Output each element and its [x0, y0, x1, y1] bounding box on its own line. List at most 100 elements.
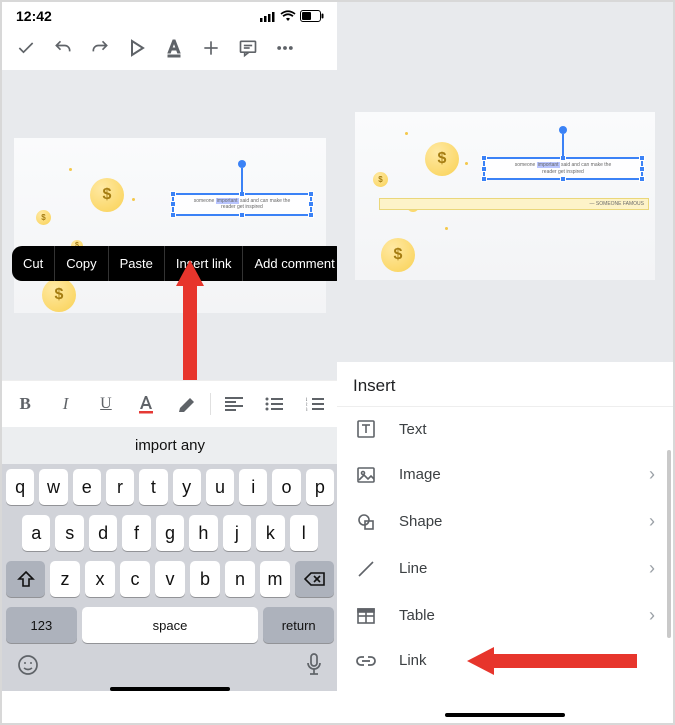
- key-backspace[interactable]: [295, 561, 334, 597]
- ctx-add-comment[interactable]: Add comment: [243, 246, 345, 281]
- scroll-indicator: [667, 450, 671, 638]
- key-a[interactable]: a: [22, 515, 50, 551]
- key-l[interactable]: l: [290, 515, 318, 551]
- align-left-button[interactable]: [215, 387, 253, 421]
- context-menu: Cut Copy Paste Insert link Add comment: [12, 246, 346, 281]
- key-c[interactable]: c: [120, 561, 150, 597]
- text-format-icon[interactable]: [162, 36, 186, 60]
- key-i[interactable]: i: [239, 469, 267, 505]
- slide-canvas[interactable]: $ $ $ $ someone important said and can m…: [2, 70, 338, 380]
- key-z[interactable]: z: [50, 561, 80, 597]
- key-p[interactable]: p: [306, 469, 334, 505]
- quote-line1-end: said and can make the: [561, 162, 611, 168]
- ctx-copy[interactable]: Copy: [55, 246, 108, 281]
- more-icon[interactable]: [273, 36, 297, 60]
- insert-shape-label: Shape: [399, 513, 627, 530]
- underline-button[interactable]: U: [87, 387, 125, 421]
- quote-line1-end: said and can make the: [240, 198, 290, 204]
- key-r[interactable]: r: [106, 469, 134, 505]
- key-k[interactable]: k: [256, 515, 284, 551]
- key-o[interactable]: o: [272, 469, 300, 505]
- text-icon: [355, 420, 377, 438]
- insert-link[interactable]: Link: [337, 639, 673, 682]
- comment-icon[interactable]: [236, 36, 260, 60]
- present-icon[interactable]: [125, 36, 149, 60]
- redo-icon[interactable]: [88, 36, 112, 60]
- insert-image[interactable]: Image ›: [337, 451, 673, 498]
- key-e[interactable]: e: [73, 469, 101, 505]
- quote-line1-start: someone: [515, 162, 536, 168]
- home-indicator[interactable]: [110, 687, 230, 691]
- rotate-handle[interactable]: [238, 160, 246, 168]
- key-return[interactable]: return: [263, 607, 334, 643]
- emoji-icon[interactable]: [16, 653, 40, 682]
- confirm-icon[interactable]: [14, 36, 38, 60]
- quote-highlight: important: [216, 198, 239, 204]
- signal-icon: [260, 11, 276, 22]
- bold-button[interactable]: B: [6, 387, 44, 421]
- key-s[interactable]: s: [55, 515, 83, 551]
- key-d[interactable]: d: [89, 515, 117, 551]
- slide-canvas-right[interactable]: $ $ $ $ someone important said and can m…: [337, 2, 673, 362]
- table-icon: [355, 607, 377, 625]
- add-icon[interactable]: [199, 36, 223, 60]
- key-n[interactable]: n: [225, 561, 255, 597]
- key-u[interactable]: u: [206, 469, 234, 505]
- ctx-paste[interactable]: Paste: [109, 246, 165, 281]
- key-space[interactable]: space: [82, 607, 259, 643]
- insert-table[interactable]: Table ›: [337, 592, 673, 639]
- status-bar: 12:42: [2, 2, 338, 26]
- selected-textbox[interactable]: someone important said and can make the …: [483, 157, 643, 180]
- rotate-handle[interactable]: [559, 126, 567, 134]
- slide[interactable]: $ $ $ $ someone important said and can m…: [355, 112, 655, 280]
- key-v[interactable]: v: [155, 561, 185, 597]
- insert-panel-title: Insert: [337, 362, 673, 407]
- insert-shape[interactable]: Shape ›: [337, 498, 673, 545]
- italic-button[interactable]: I: [46, 387, 84, 421]
- screenshot-left: 12:42 $ $ $ $: [2, 2, 339, 723]
- chevron-right-icon: ›: [649, 558, 655, 579]
- undo-icon[interactable]: [51, 36, 75, 60]
- insert-image-label: Image: [399, 466, 627, 483]
- key-h[interactable]: h: [189, 515, 217, 551]
- wifi-icon: [280, 10, 296, 22]
- format-toolbar: B I U 123: [2, 380, 338, 427]
- key-q[interactable]: q: [6, 469, 34, 505]
- key-shift[interactable]: [6, 561, 45, 597]
- key-x[interactable]: x: [85, 561, 115, 597]
- key-m[interactable]: m: [260, 561, 290, 597]
- keyboard[interactable]: import any q w e r t y u i o p a s d f g…: [2, 427, 338, 691]
- quote-line1-start: someone: [194, 198, 215, 204]
- chevron-right-icon: ›: [649, 605, 655, 626]
- slide[interactable]: $ $ $ $ someone important said and can m…: [14, 138, 326, 313]
- attribution-textbox[interactable]: — SOMEONE FAMOUS: [379, 198, 649, 210]
- status-right: [260, 10, 324, 22]
- key-j[interactable]: j: [223, 515, 251, 551]
- battery-icon: [300, 10, 324, 22]
- chevron-right-icon: ›: [649, 511, 655, 532]
- key-f[interactable]: f: [122, 515, 150, 551]
- key-b[interactable]: b: [190, 561, 220, 597]
- keyboard-suggestion[interactable]: import any: [2, 427, 338, 464]
- key-y[interactable]: y: [173, 469, 201, 505]
- insert-line[interactable]: Line ›: [337, 545, 673, 592]
- key-t[interactable]: t: [139, 469, 167, 505]
- ctx-cut[interactable]: Cut: [12, 246, 55, 281]
- home-indicator[interactable]: [445, 713, 565, 717]
- key-numeric[interactable]: 123: [6, 607, 77, 643]
- text-color-button[interactable]: [127, 387, 165, 421]
- line-icon: [355, 560, 377, 578]
- insert-link-label: Link: [399, 652, 655, 669]
- dictation-icon[interactable]: [304, 652, 324, 683]
- image-icon: [355, 466, 377, 484]
- editor-toolbar: [2, 26, 338, 70]
- ctx-insert-link[interactable]: Insert link: [165, 246, 244, 281]
- bulleted-list-button[interactable]: [255, 387, 293, 421]
- key-g[interactable]: g: [156, 515, 184, 551]
- selected-textbox[interactable]: someone important said and can make the …: [172, 193, 312, 216]
- highlight-button[interactable]: [168, 387, 206, 421]
- link-icon: [355, 655, 377, 667]
- key-w[interactable]: w: [39, 469, 67, 505]
- insert-text[interactable]: Text: [337, 407, 673, 451]
- numbered-list-button[interactable]: 123: [296, 387, 334, 421]
